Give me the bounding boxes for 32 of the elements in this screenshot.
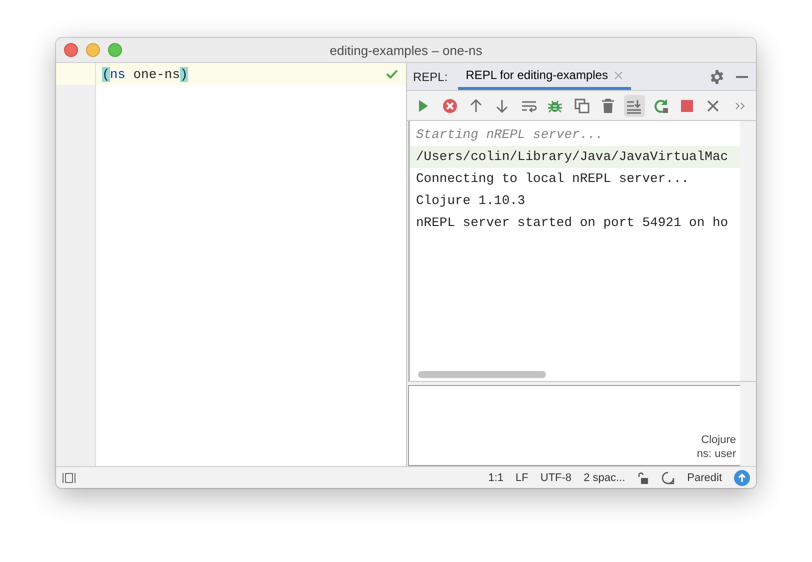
console-line: nREPL server started on port 54921 on ho bbox=[415, 214, 730, 232]
speech-bubble-icon[interactable] bbox=[661, 470, 676, 484]
status-item[interactable]: 1:1 bbox=[488, 472, 504, 484]
rerun-icon bbox=[652, 98, 669, 114]
stop-icon bbox=[679, 98, 696, 114]
repl-label: REPL: bbox=[413, 70, 448, 84]
console-line: Clojure 1.10.3 bbox=[415, 192, 526, 210]
horizontal-scrollbar[interactable] bbox=[418, 371, 546, 378]
status-item[interactable]: LF bbox=[516, 472, 528, 484]
update-icon[interactable] bbox=[734, 470, 750, 486]
paredit-status[interactable]: Paredit bbox=[687, 472, 722, 484]
up-arrow-icon bbox=[468, 98, 484, 114]
console-line: Connecting to local nREPL server... bbox=[415, 170, 690, 188]
trash-icon bbox=[600, 98, 616, 114]
close-icon bbox=[705, 98, 722, 114]
window-title: editing-examples – one-ns bbox=[330, 42, 482, 58]
scroll-to-end-button[interactable] bbox=[624, 94, 645, 116]
language-label: Clojure bbox=[701, 433, 736, 447]
panel-toggle-icon[interactable] bbox=[62, 472, 76, 484]
close-window-button[interactable] bbox=[64, 43, 78, 57]
zoom-window-button[interactable] bbox=[108, 43, 122, 57]
status-item[interactable]: 2 spac... bbox=[584, 472, 626, 484]
lock-icon[interactable] bbox=[637, 472, 650, 484]
status-item[interactable]: UTF-8 bbox=[540, 472, 572, 484]
settings-icon[interactable] bbox=[710, 70, 724, 84]
namespace-label: ns: user bbox=[696, 447, 736, 461]
repl-input-field[interactable]: Clojure ns: user bbox=[408, 385, 740, 466]
cancel-icon bbox=[442, 98, 458, 114]
down-arrow-icon bbox=[494, 98, 510, 114]
scroll-to-end-icon bbox=[626, 98, 642, 114]
console-line: Starting nREPL server... bbox=[415, 126, 604, 144]
copy-icon bbox=[574, 98, 590, 114]
